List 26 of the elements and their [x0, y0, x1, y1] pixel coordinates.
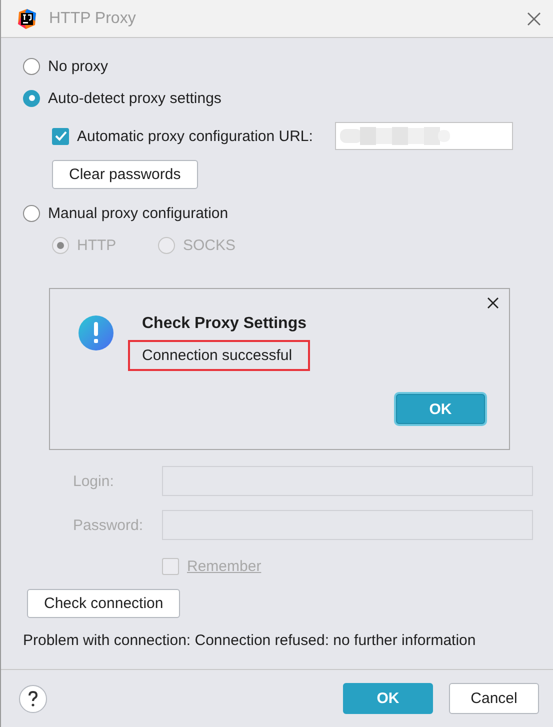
- checkbox[interactable]: [52, 128, 69, 144]
- radio-label: No proxy: [48, 58, 108, 74]
- help-button[interactable]: [19, 684, 47, 712]
- radio-label: SOCKS: [183, 236, 236, 254]
- info-icon: [78, 315, 114, 351]
- radio-label: Manual proxy configuration: [48, 204, 228, 222]
- window-title: HTTP Proxy: [49, 10, 137, 28]
- popup-message: Connection successful: [128, 340, 310, 371]
- url-field[interactable]: [334, 122, 513, 150]
- clear-passwords-button[interactable]: Clear passwords: [52, 160, 198, 189]
- check-connection-button[interactable]: Check connection: [27, 589, 180, 618]
- checkbox-label: Automatic proxy configuration URL:: [77, 128, 313, 144]
- radio-label: Auto-detect proxy settings: [48, 90, 222, 106]
- status-message: Problem with connection: Connection refused: no further information: [23, 632, 476, 648]
- close-icon[interactable]: [487, 297, 499, 309]
- help-icon: [28, 690, 38, 706]
- field-label: Password:: [73, 516, 144, 534]
- checkbox-label: Remember: [187, 558, 262, 574]
- popup-title: Check Proxy Settings: [142, 315, 308, 333]
- radio-button[interactable]: [23, 204, 40, 222]
- app-logo-icon: [17, 8, 37, 28]
- radio-button[interactable]: [23, 58, 40, 74]
- field-label: Login:: [73, 472, 115, 490]
- cancel-button[interactable]: Cancel: [449, 683, 539, 714]
- radio-label: HTTP: [77, 236, 116, 254]
- radio-button[interactable]: [23, 90, 40, 106]
